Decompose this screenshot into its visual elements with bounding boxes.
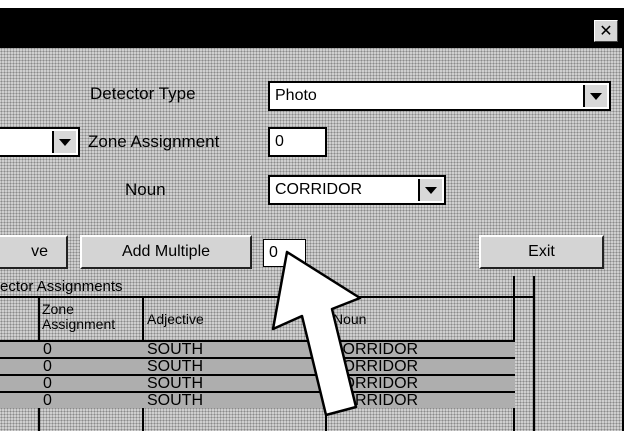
zone-assignment-input[interactable]: 0 xyxy=(268,127,327,157)
remove-button[interactable]: ve xyxy=(0,235,68,269)
header-adjective: Adjective xyxy=(147,311,204,327)
cell-noun: CORRIDOR xyxy=(331,392,419,409)
left-partial-select[interactable] xyxy=(0,127,80,157)
cell-adjective: SOUTH xyxy=(147,392,203,409)
table-row[interactable]: 0 SOUTH CORRIDOR xyxy=(0,374,515,392)
detector-type-value: Photo xyxy=(275,87,317,104)
zone-assignment-label: Zone Assignment xyxy=(88,132,220,151)
table-row[interactable]: 0 SOUTH CORRIDOR xyxy=(0,357,515,375)
cell-zone: 0 xyxy=(43,375,52,392)
cell-zone: 0 xyxy=(43,358,52,375)
multiple-count-input[interactable]: 0 xyxy=(263,239,306,267)
cell-adjective: SOUTH xyxy=(147,341,203,358)
dialog-window: ✕ Detector Type Photo Zone Assignment 0 … xyxy=(0,8,624,431)
add-multiple-button[interactable]: Add Multiple xyxy=(80,235,252,269)
noun-select[interactable]: CORRIDOR xyxy=(268,175,446,205)
noun-value: CORRIDOR xyxy=(275,181,363,198)
add-multiple-label: Add Multiple xyxy=(121,243,211,260)
zone-assignment-value: 0 xyxy=(275,133,284,150)
cell-zone: 0 xyxy=(43,392,52,409)
exit-label: Exit xyxy=(528,243,555,260)
chevron-down-icon[interactable] xyxy=(52,131,76,153)
title-bar: ✕ xyxy=(0,8,622,48)
grid-title: ector Assignments xyxy=(0,278,123,295)
cell-adjective: SOUTH xyxy=(147,358,203,375)
chevron-down-icon[interactable] xyxy=(583,85,607,107)
close-icon: ✕ xyxy=(599,23,613,40)
header-zone-line2: Assignment xyxy=(42,316,116,332)
detector-type-select[interactable]: Photo xyxy=(268,81,611,111)
cell-zone: 0 xyxy=(43,341,52,358)
grid-divider xyxy=(0,296,535,298)
header-zone-line1: Zone xyxy=(42,301,74,317)
cell-noun: CORRIDOR xyxy=(331,341,419,358)
table-row[interactable]: 0 SOUTH CORRIDOR xyxy=(0,340,515,358)
chevron-down-icon[interactable] xyxy=(418,179,442,201)
grid-col-line xyxy=(533,276,535,431)
cell-adjective: SOUTH xyxy=(147,375,203,392)
remove-button-label: ve xyxy=(31,243,48,260)
detector-assignments-grid: ector Assignments Zone Assignment Adject… xyxy=(0,276,535,431)
cell-noun: CORRIDOR xyxy=(331,375,419,392)
table-row[interactable]: 0 SOUTH CORRIDOR xyxy=(0,391,515,409)
cell-noun: CORRIDOR xyxy=(331,358,419,375)
exit-button[interactable]: Exit xyxy=(479,235,604,269)
close-button[interactable]: ✕ xyxy=(594,20,618,42)
multiple-count-value: 0 xyxy=(269,244,278,261)
noun-label: Noun xyxy=(125,180,166,199)
header-noun: Noun xyxy=(333,311,367,327)
detector-type-label: Detector Type xyxy=(90,84,196,103)
